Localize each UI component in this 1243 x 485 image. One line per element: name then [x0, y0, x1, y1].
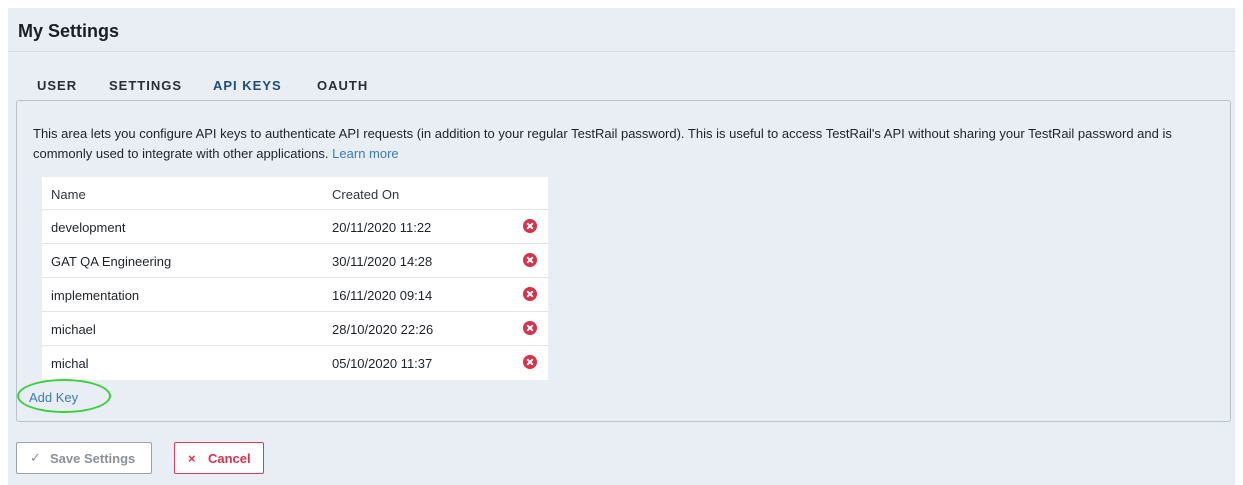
- description-text: This area lets you configure API keys to…: [33, 126, 1172, 161]
- delete-circle-icon[interactable]: [523, 253, 537, 267]
- key-created-on: 16/11/2020 09:14: [332, 288, 433, 303]
- key-created-on: 28/10/2020 22:26: [332, 322, 434, 337]
- delete-circle-icon[interactable]: [523, 355, 537, 369]
- delete-circle-icon[interactable]: [523, 219, 537, 233]
- page-title: My Settings: [18, 21, 120, 41]
- page-header: My Settings: [8, 8, 1235, 52]
- key-name: michael: [51, 322, 96, 337]
- learn-more-link[interactable]: Learn more: [332, 146, 398, 161]
- cancel-label: Cancel: [208, 450, 251, 466]
- table-row: GAT QA Engineering 30/11/2020 14:28: [42, 244, 548, 278]
- checkmark-icon: ✓: [30, 450, 41, 465]
- key-created-on: 05/10/2020 11:37: [332, 356, 433, 371]
- key-name: development: [51, 220, 126, 235]
- table-row: development 20/11/2020 11:22: [42, 210, 548, 244]
- table-header: Name Created On: [42, 177, 548, 210]
- save-settings-label: Save Settings: [50, 450, 136, 466]
- add-key-highlight: Add Key: [17, 379, 111, 413]
- api-keys-table: Name Created On development 20/11/2020 1…: [42, 177, 548, 380]
- delete-circle-icon[interactable]: [523, 321, 537, 335]
- column-header-created-on[interactable]: Created On: [332, 187, 399, 202]
- table-row: implementation 16/11/2020 09:14: [42, 278, 548, 312]
- cancel-button[interactable]: × Cancel: [174, 442, 264, 474]
- key-name: implementation: [51, 288, 140, 303]
- key-created-on: 20/11/2020 11:22: [332, 220, 432, 235]
- key-name: GAT QA Engineering: [51, 254, 172, 269]
- api-keys-panel: This area lets you configure API keys to…: [16, 100, 1231, 422]
- table-row: michael 28/10/2020 22:26: [42, 312, 548, 346]
- settings-page: My Settings USER SETTINGS API KEYS OAUTH…: [8, 8, 1235, 485]
- key-created-on: 30/11/2020 14:28: [332, 254, 433, 269]
- column-header-name[interactable]: Name: [51, 187, 86, 202]
- x-icon: ×: [188, 450, 196, 466]
- key-name: michal: [51, 356, 89, 371]
- add-key-link[interactable]: Add Key: [29, 390, 78, 405]
- table-row: michal 05/10/2020 11:37: [42, 346, 548, 380]
- save-settings-button[interactable]: ✓ Save Settings: [16, 442, 152, 474]
- delete-circle-icon[interactable]: [523, 287, 537, 301]
- api-keys-description: This area lets you configure API keys to…: [33, 124, 1228, 164]
